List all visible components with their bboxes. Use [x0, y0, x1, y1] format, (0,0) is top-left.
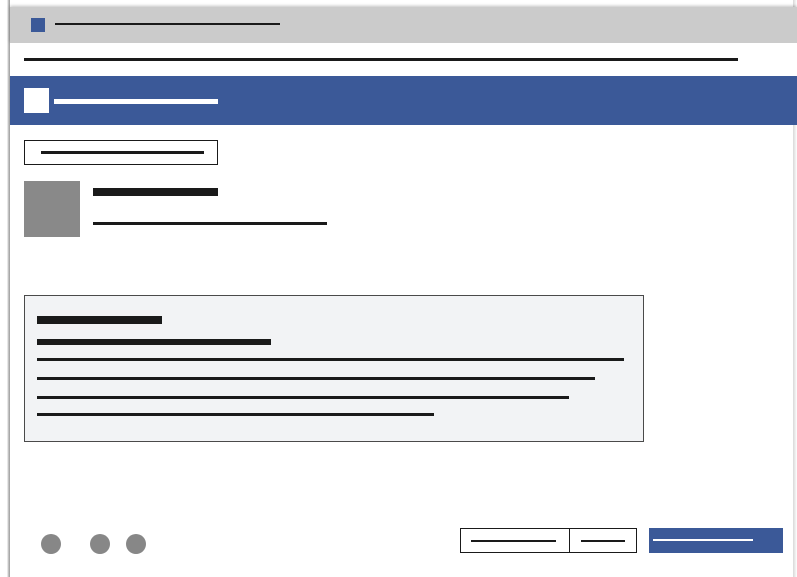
- info-body-line: [37, 358, 624, 361]
- info-subheading: [37, 339, 271, 345]
- app-icon: [31, 18, 45, 32]
- profile-subtitle: [93, 222, 327, 225]
- window-edge-left: [0, 0, 10, 577]
- secondary-button[interactable]: [460, 528, 570, 553]
- dot-indicator[interactable]: [41, 534, 61, 554]
- info-body-line: [37, 377, 595, 380]
- dot-indicator[interactable]: [90, 534, 110, 554]
- site-header: [10, 76, 797, 125]
- secondary-button-label: [581, 540, 625, 542]
- window-title: [55, 23, 280, 25]
- header-title: [54, 99, 218, 104]
- back-button[interactable]: [24, 140, 218, 165]
- url-text: [24, 58, 738, 61]
- app-window: [0, 0, 797, 577]
- primary-button-label: [653, 539, 753, 541]
- address-bar[interactable]: [10, 43, 797, 76]
- logo-icon[interactable]: [24, 88, 49, 113]
- secondary-button-label: [471, 540, 556, 542]
- info-body-line: [37, 413, 434, 416]
- back-button-label: [41, 151, 204, 154]
- primary-button[interactable]: [649, 528, 783, 553]
- info-body-line: [37, 396, 569, 399]
- secondary-button[interactable]: [569, 528, 637, 553]
- profile-name[interactable]: [93, 188, 218, 196]
- dot-indicator[interactable]: [126, 534, 146, 554]
- info-panel: [24, 295, 644, 442]
- avatar[interactable]: [24, 181, 80, 237]
- info-heading: [37, 316, 162, 324]
- title-bar[interactable]: [10, 7, 797, 43]
